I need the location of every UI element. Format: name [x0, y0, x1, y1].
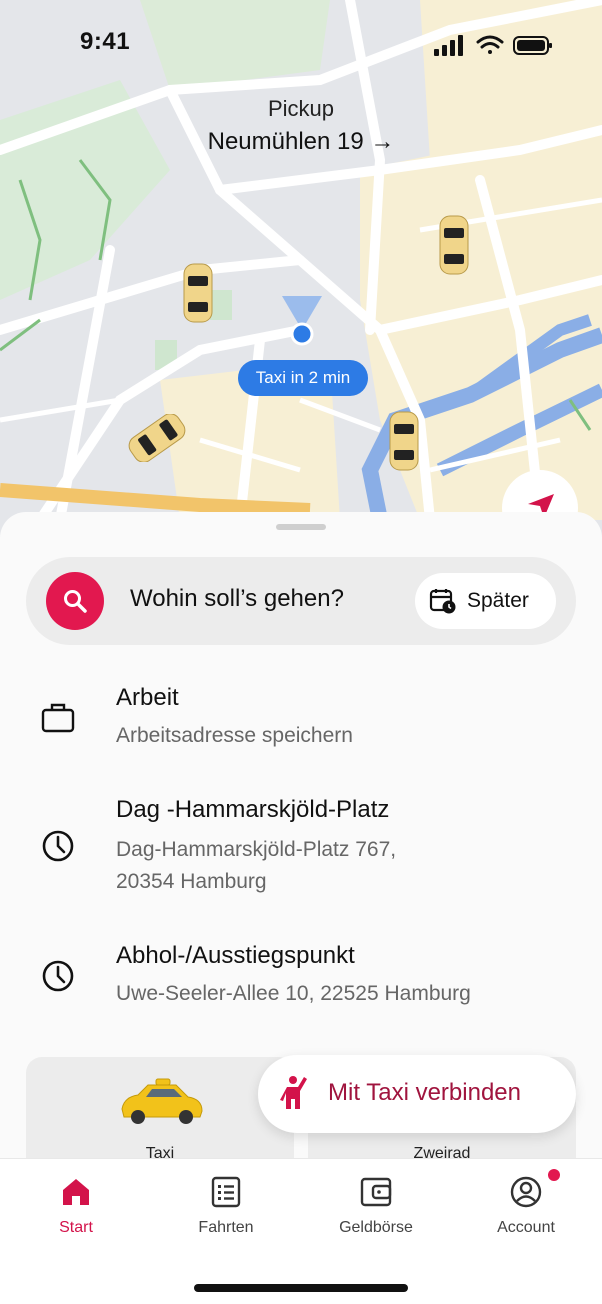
recent-place-item[interactable]: Abhol-/Ausstiegspunkt Uwe-Seeler-Allee 1…	[0, 940, 602, 1030]
clock-icon	[42, 960, 74, 992]
connect-label: Mit Taxi verbinden	[328, 1079, 521, 1106]
place-title: Abhol-/Ausstiegspunkt	[116, 942, 355, 969]
search-icon	[64, 590, 87, 613]
pickup-label: Pickup	[267, 96, 335, 121]
list-icon	[211, 1176, 241, 1208]
wifi-icon	[476, 35, 504, 54]
map-view[interactable]: 9:41 Pickup Neumühlen 19 → Taxi in 2 min	[0, 0, 602, 560]
signal-icon	[434, 35, 463, 56]
taxi-car-icon	[439, 215, 469, 275]
status-time: 9:41	[80, 28, 131, 55]
taxi-eta-badge: Taxi in 2 min	[238, 360, 368, 396]
place-subtitle: Uwe-Seeler-Allee 10, 22525 Hamburg	[116, 982, 471, 1005]
status-icons	[434, 35, 552, 56]
schedule-later-button[interactable]: Später	[415, 573, 556, 629]
home-icon	[63, 1179, 89, 1205]
destination-search-bar[interactable]: Wohin soll’s gehen? Später	[26, 557, 576, 645]
nav-label: Geldbörse	[339, 1219, 413, 1236]
hail-person-icon	[280, 1076, 307, 1109]
wallet-icon	[360, 1177, 392, 1207]
battery-icon	[513, 36, 552, 55]
search-button[interactable]	[46, 572, 104, 630]
clock-icon	[42, 830, 74, 862]
recent-place-item[interactable]: Dag -Hammarskjöld-Platz Dag-Hammarskjöld…	[0, 794, 602, 914]
place-title: Arbeit	[116, 684, 179, 711]
search-placeholder[interactable]: Wohin soll’s gehen?	[130, 585, 344, 613]
nav-label: Fahrten	[198, 1219, 254, 1236]
nav-label: Account	[497, 1219, 555, 1236]
sheet-drag-handle[interactable]	[276, 524, 326, 530]
later-label: Später	[467, 589, 529, 612]
place-subtitle-line2: 20354 Hamburg	[116, 870, 267, 893]
saved-place-work[interactable]: Arbeit Arbeitsadresse speichern	[0, 672, 602, 772]
place-title: Dag -Hammarskjöld-Platz	[116, 796, 390, 823]
taxi-car-icon	[128, 414, 186, 462]
nav-item-start[interactable]: Start	[16, 1169, 136, 1237]
connect-taxi-button[interactable]: Mit Taxi verbinden	[258, 1055, 576, 1133]
home-indicator	[194, 1284, 408, 1292]
nav-item-account[interactable]: Account	[466, 1169, 586, 1237]
taxi-car-icon	[121, 1078, 203, 1124]
taxi-car-icon	[389, 411, 419, 471]
place-subtitle-line1: Dag-Hammarskjöld-Platz 767,	[116, 838, 397, 861]
nav-label: Start	[59, 1219, 93, 1236]
pickup-address-link[interactable]: Neumühlen 19 →	[0, 128, 602, 156]
map-background	[0, 0, 602, 560]
taxi-car-icon	[183, 263, 213, 323]
account-icon	[510, 1176, 542, 1208]
nav-item-geldboerse[interactable]: Geldbörse	[316, 1169, 436, 1237]
nav-item-fahrten[interactable]: Fahrten	[166, 1169, 286, 1237]
calendar-clock-icon	[429, 589, 456, 614]
briefcase-icon	[41, 703, 75, 733]
notification-badge	[548, 1169, 560, 1181]
bottom-navigation: Start Fahrten Geldbörse Account	[0, 1158, 602, 1304]
place-subtitle: Arbeitsadresse speichern	[116, 724, 353, 747]
